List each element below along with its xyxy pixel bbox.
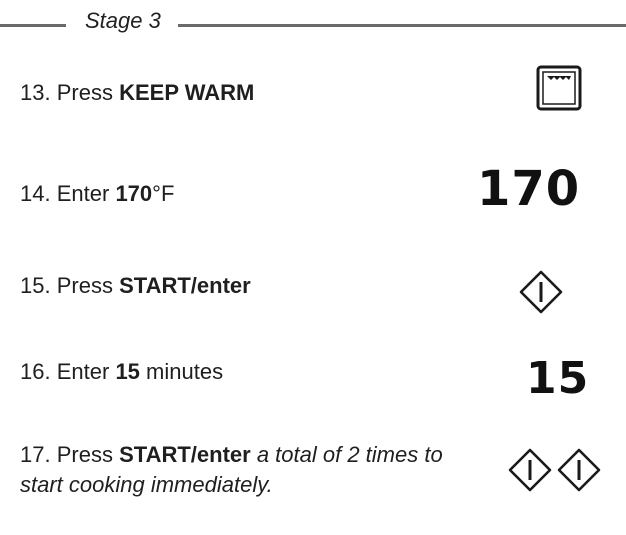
step-key-label: START/enter bbox=[119, 273, 251, 298]
step-number: 17. bbox=[20, 442, 51, 467]
stage-header: Stage 3 bbox=[0, 4, 626, 40]
display-15: 15 bbox=[526, 353, 590, 404]
step-verb: Enter bbox=[56, 359, 110, 384]
step-15: 15. Press START/enter bbox=[20, 271, 251, 301]
step-value: 15 bbox=[115, 359, 140, 384]
header-rule-left bbox=[0, 24, 66, 27]
header-rule-right bbox=[178, 24, 626, 27]
start-enter-icon bbox=[508, 448, 552, 492]
step-verb: Enter bbox=[56, 181, 110, 206]
start-enter-icon bbox=[519, 270, 563, 314]
step-key-label: START/enter bbox=[119, 442, 251, 467]
step-number: 14. bbox=[20, 181, 51, 206]
start-enter-icon bbox=[557, 448, 601, 492]
step-verb: Press bbox=[56, 442, 113, 467]
step-verb: Press bbox=[56, 80, 113, 105]
step-17: 17. Press START/enter a total of 2 times… bbox=[20, 440, 450, 500]
step-13: 13. Press KEEP WARM bbox=[20, 78, 254, 108]
oven-keep-warm-icon bbox=[536, 65, 582, 111]
step-verb: Press bbox=[56, 273, 113, 298]
step-number: 15. bbox=[20, 273, 51, 298]
stage-title: Stage 3 bbox=[85, 8, 161, 33]
step-key-label: KEEP WARM bbox=[119, 80, 255, 105]
step-number: 16. bbox=[20, 359, 51, 384]
step-unit: minutes bbox=[146, 359, 224, 384]
step-14: 14. Enter 170°F bbox=[20, 179, 174, 209]
step-number: 13. bbox=[20, 80, 51, 105]
step-unit: °F bbox=[152, 181, 175, 206]
step-value: 170 bbox=[115, 181, 153, 206]
display-170: 170 bbox=[477, 161, 581, 217]
step-16: 16. Enter 15 minutes bbox=[20, 357, 223, 387]
